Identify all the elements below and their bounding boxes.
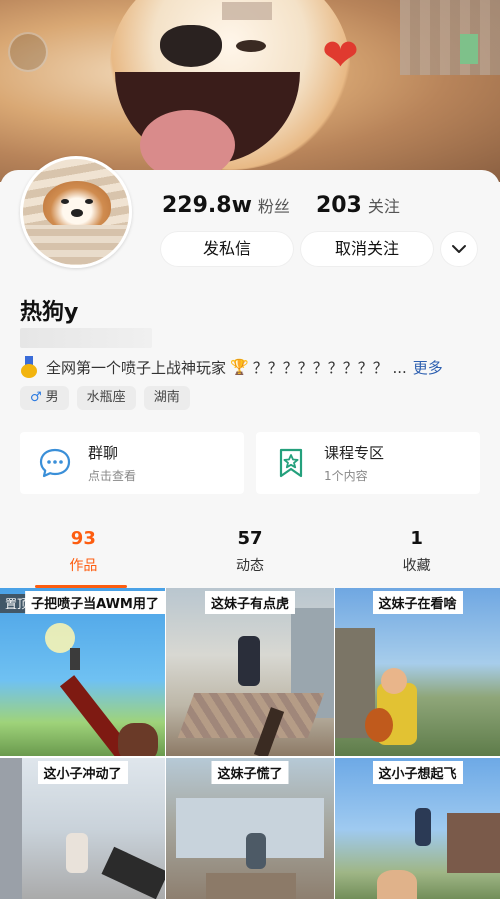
tab-works-count: 93	[70, 528, 96, 549]
back-button[interactable]	[8, 32, 48, 72]
tab-works-label: 作品	[69, 558, 98, 574]
video-thumbnail[interactable]: 这小子想起飞	[335, 758, 500, 899]
course-sub: 1个内容	[324, 469, 368, 483]
tag-gender: ♂ 男	[20, 386, 69, 410]
group-chat-title: 群聊	[88, 444, 119, 462]
nickname: 热狗y	[20, 300, 79, 325]
video-caption: 这妹子在看啥	[372, 591, 463, 614]
tab-favorites-label: 收藏	[402, 558, 431, 574]
bookmark-star-icon	[279, 448, 303, 478]
video-thumbnail[interactable]: 这妹子慌了	[166, 758, 334, 899]
followers-count[interactable]: 229.8w	[162, 193, 252, 218]
bio-tail: ？？？？？？？？？ ...	[252, 358, 407, 377]
tab-favorites[interactable]: 1 收藏	[333, 522, 500, 588]
group-chat-card[interactable]: 群聊 点击查看	[20, 432, 244, 494]
unfollow-button[interactable]: 取消关注	[300, 231, 434, 267]
male-icon: ♂	[30, 390, 42, 405]
video-grid: 置顶 子把喷子当AWM用了 这妹子有点虎 这妹子在看啥 这小子冲动了 这妹子慌了…	[0, 588, 500, 899]
video-caption: 这小子想起飞	[372, 761, 463, 784]
tab-moments-count: 57	[237, 528, 263, 549]
profile-stats: 229.8w 粉丝 203 关注	[162, 193, 400, 218]
heart-icon: ❤	[322, 30, 359, 81]
bio-more-link[interactable]: 更多	[413, 357, 443, 378]
video-thumbnail[interactable]: 这妹子有点虎	[166, 588, 334, 756]
bio-text: 全网第一个喷子上战神玩家	[46, 358, 227, 377]
content-tabs: 93 作品 57 动态 1 收藏	[0, 522, 500, 588]
video-thumbnail[interactable]: 这小子冲动了	[0, 758, 165, 899]
group-chat-sub: 点击查看	[88, 469, 137, 483]
profile-section: 229.8w 粉丝 203 关注 发私信 取消关注 热狗y 全网第一个喷子上战神…	[0, 156, 500, 588]
following-count[interactable]: 203	[316, 193, 362, 218]
tab-favorites-count: 1	[410, 528, 423, 549]
bio[interactable]: 全网第一个喷子上战神玩家 🏆 ？？？？？？？？？ ... 更多	[20, 356, 480, 378]
video-thumbnail[interactable]: 置顶 子把喷子当AWM用了	[0, 588, 165, 756]
video-caption: 这妹子慌了	[211, 761, 289, 784]
profile-page: ❤ 229.8w 粉丝 203 关注 发私信 取消关注 热狗y 全网第一个喷子上…	[0, 0, 500, 899]
course-card[interactable]: 课程专区 1个内容	[256, 432, 480, 494]
following-label[interactable]: 关注	[368, 193, 400, 217]
send-message-button[interactable]: 发私信	[160, 231, 294, 267]
profile-tags: ♂ 男 水瓶座 湖南	[20, 386, 198, 410]
trophy-icon: 🏆	[230, 358, 249, 376]
tab-works[interactable]: 93 作品	[0, 522, 167, 588]
video-caption: 子把喷子当AWM用了	[25, 591, 165, 614]
more-options-button[interactable]	[440, 231, 478, 267]
video-caption: 这小子冲动了	[37, 761, 128, 784]
chat-bubble-icon	[39, 448, 71, 478]
video-caption: 这妹子有点虎	[204, 591, 296, 614]
blurred-user-id	[20, 328, 152, 348]
course-title: 课程专区	[324, 444, 385, 462]
cover-image[interactable]: ❤	[0, 0, 500, 182]
tag-zodiac: 水瓶座	[76, 386, 136, 410]
tag-location: 湖南	[143, 386, 190, 410]
tab-moments-label: 动态	[235, 558, 264, 574]
tab-moments[interactable]: 57 动态	[167, 522, 334, 588]
feature-cards: 群聊 点击查看 课程专区 1个内容	[20, 432, 480, 496]
medal-icon	[20, 356, 38, 378]
followers-label[interactable]: 粉丝	[258, 193, 290, 217]
video-thumbnail[interactable]: 这妹子在看啥	[335, 588, 500, 756]
avatar[interactable]	[20, 156, 132, 268]
chevron-down-icon	[452, 245, 466, 253]
